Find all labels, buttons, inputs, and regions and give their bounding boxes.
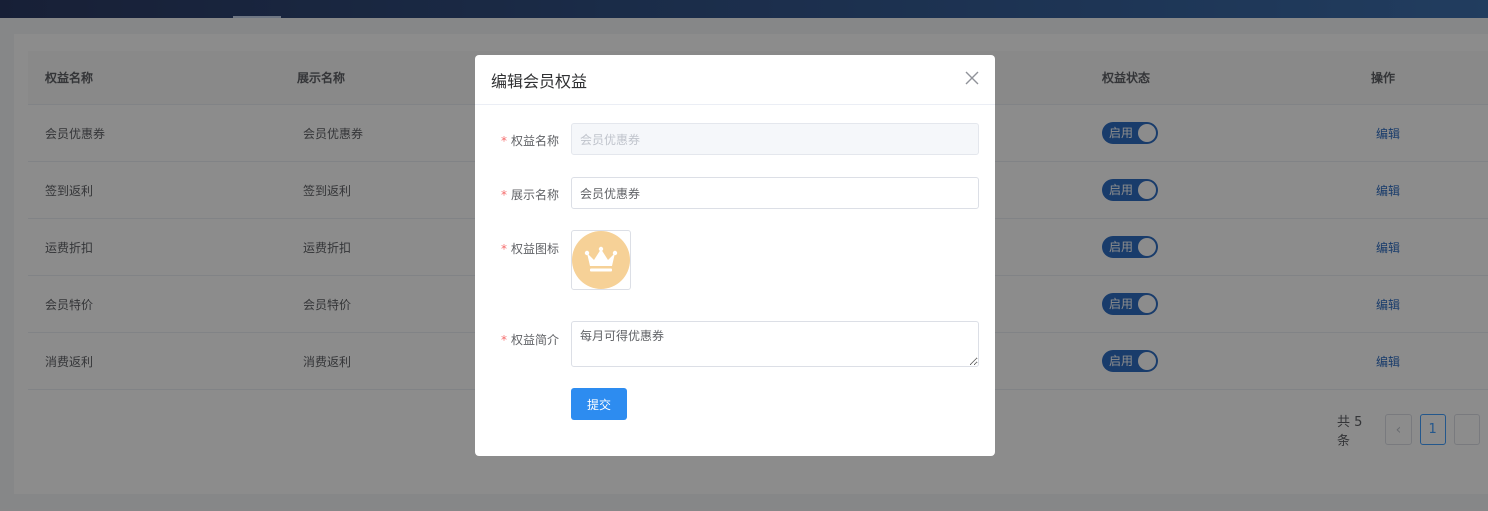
- icon-label: * 权益图标: [501, 240, 559, 257]
- close-icon[interactable]: [965, 71, 979, 85]
- edit-benefit-dialog: 编辑会员权益 *权益名称 *展示名称 *权益图标 *权益简介: [475, 55, 995, 456]
- intro-label: * 权益简介: [501, 331, 559, 348]
- crown-glyph: [584, 246, 618, 272]
- name-label: * 权益名称: [501, 132, 559, 149]
- required-mark: *: [500, 333, 507, 347]
- crown-icon: [572, 231, 630, 289]
- display-label: * 展示名称: [501, 186, 559, 203]
- icon-label-text: 权益图标: [510, 242, 559, 256]
- submit-button[interactable]: 提交: [571, 388, 627, 420]
- icon-upload[interactable]: [571, 230, 631, 290]
- required-mark: *: [500, 134, 507, 148]
- benefit-name-input[interactable]: [571, 123, 979, 155]
- dialog-title: 编辑会员权益: [491, 72, 588, 91]
- display-label-text: 展示名称: [510, 188, 559, 202]
- intro-label-text: 权益简介: [510, 333, 559, 347]
- required-mark: *: [500, 188, 507, 202]
- dialog-header: 编辑会员权益: [475, 55, 995, 105]
- required-mark: *: [500, 242, 507, 256]
- display-name-input[interactable]: [571, 177, 979, 209]
- intro-textarea[interactable]: 每月可得优惠券: [571, 321, 979, 367]
- name-label-text: 权益名称: [510, 134, 559, 148]
